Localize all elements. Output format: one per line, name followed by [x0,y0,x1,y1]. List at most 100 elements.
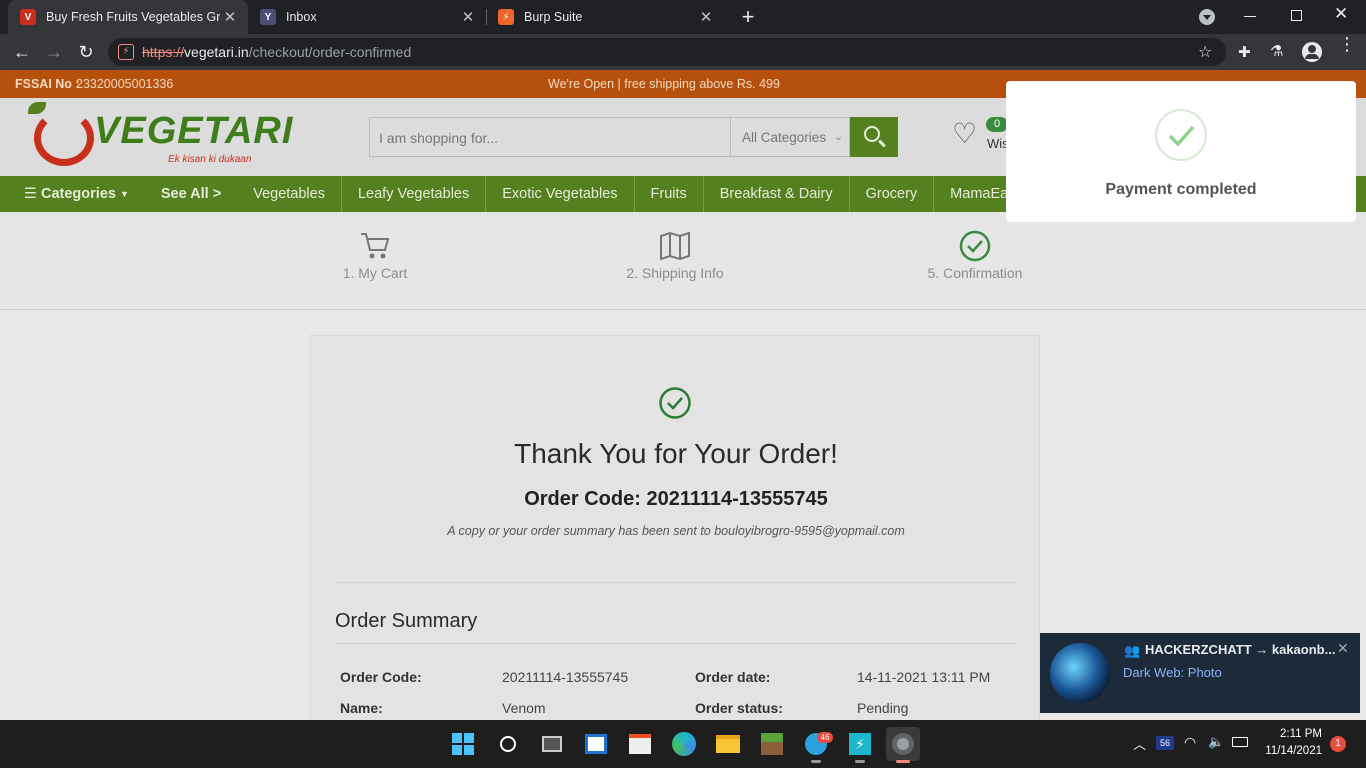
tab-vegetari[interactable]: V Buy Fresh Fruits Vegetables Groc ✕ [8,0,248,34]
nav-fruits[interactable]: Fruits [635,176,704,212]
step-confirmation: 5. Confirmation [895,230,1055,281]
close-icon[interactable]: ✕ [696,8,716,26]
burp-suite-icon[interactable]: ⚡ [843,727,877,761]
vegetari-favicon-icon: V [20,9,36,25]
search-input[interactable]: I am shopping for... [369,117,731,157]
nav-exotic-vegetables[interactable]: Exotic Vegetables [486,176,635,212]
category-select-value: All Categories [742,130,827,145]
bookmark-star-icon[interactable]: ☆ [1198,42,1212,62]
clock-time[interactable]: 2:11 PM [1262,728,1322,740]
logo-tagline: Ek kisan ki dukaan [168,154,252,165]
step-label: 1. My Cart [342,265,408,281]
reload-button[interactable]: ↻ [70,34,102,70]
tray-app-badge[interactable]: 56 [1156,736,1174,750]
search-icon[interactable] [491,727,525,761]
extensions-puzzle-icon[interactable]: ✚ [1238,43,1256,61]
divider [335,582,1017,583]
hamburger-icon: ☰ [24,186,37,202]
summary-value: Pending [857,700,909,716]
search-placeholder: I am shopping for... [379,130,499,146]
fssai-value: 23320005001336 [76,77,174,91]
not-secure-icon[interactable]: ⚡ [118,44,134,60]
close-icon[interactable]: ✕ [220,8,240,26]
nav-breakfast-dairy[interactable]: Breakfast & Dairy [704,176,850,212]
file-explorer-icon[interactable] [711,727,745,761]
start-windows-icon[interactable] [446,727,480,761]
back-button[interactable]: ← [6,34,38,70]
labs-flask-icon[interactable]: ⚗ [1270,42,1288,60]
chat-notification[interactable]: 👥 HACKERZCHATT → kakaonb... Dark Web: Ph… [1040,633,1360,713]
chevron-down-icon [1203,15,1211,20]
minecraft-icon[interactable] [755,727,789,761]
url-scheme: https:// [142,44,185,60]
payment-toast: Payment completed [1006,81,1356,222]
volume-icon[interactable]: 🔈 [1208,734,1224,750]
close-icon[interactable]: ✕ [458,8,478,26]
new-tab-button[interactable]: + [736,4,760,30]
tab-burp[interactable]: ⚡ Burp Suite ✕ [488,0,724,34]
minimize-icon[interactable] [1244,16,1256,17]
url-path: /checkout/order-confirmed [248,44,412,60]
kebab-menu-icon[interactable]: ⋮ [1338,35,1356,53]
order-code-heading: Order Code: 20211114-13555745 [524,488,828,510]
nav-grocery[interactable]: Grocery [850,176,935,212]
windows-taskbar: 46 ⚡ ︿ 56 ◠ 🔈 2:11 PM 11/14/2021 1 [0,720,1366,768]
tab-label: Inbox [286,10,317,24]
nav-leafy-vegetables[interactable]: Leafy Vegetables [342,176,487,212]
category-select[interactable]: All Categories ⌄ [731,117,850,157]
tab-inbox[interactable]: Y Inbox ✕ [250,0,486,34]
summary-label: Order Code: [340,669,422,685]
battery-icon[interactable] [1232,737,1248,747]
yahoo-favicon-icon: Y [260,9,276,25]
summary-value: 14-11-2021 13:11 PM [857,669,991,685]
caret-down-icon: ▼ [119,189,129,199]
notification-body: Dark Web: Photo [1123,665,1222,680]
logo-text: VEGETARI [94,110,294,152]
tab-search-button[interactable] [1199,9,1215,25]
summary-label: Order status: [695,700,783,716]
leaf-icon [28,102,46,114]
wifi-icon[interactable]: ◠ [1184,734,1196,751]
fssai-label: FSSAI No : [15,77,80,91]
clock-date[interactable]: 11/14/2021 [1262,745,1322,757]
order-summary-heading: Order Summary [335,610,478,632]
order-success-check-icon [659,387,691,419]
map-icon [660,231,690,261]
store-icon[interactable] [623,727,657,761]
window-close-icon[interactable]: ✕ [1334,4,1348,24]
site-logo[interactable]: VEGETARI Ek kisan ki dukaan [24,102,292,170]
divider [335,643,1017,644]
forward-button[interactable]: → [38,34,70,70]
summary-label: Order date: [695,669,771,685]
nav-see-all[interactable]: See All > [145,176,237,212]
step-my-cart: 1. My Cart [295,230,455,281]
group-icon: 👥 [1124,643,1141,658]
task-view-icon[interactable] [535,727,569,761]
tray-chevron-up-icon[interactable]: ︿ [1133,734,1146,753]
burp-favicon-icon: ⚡ [498,9,514,25]
address-bar[interactable]: ⚡ https://vegetari.in/checkout/order-con… [108,38,1226,66]
profile-avatar-icon[interactable] [1302,42,1322,62]
nav-vegetables[interactable]: Vegetables [237,176,342,212]
restore-icon[interactable] [1291,10,1302,21]
telegram-badge: 46 [817,732,833,743]
nav-categories[interactable]: ☰ Categories ▼ [0,176,145,212]
search-button[interactable] [850,117,898,157]
url-host: vegetari.in [184,44,249,60]
summary-label: Name: [340,700,383,716]
logo-v-mark-icon [34,110,94,166]
close-icon[interactable]: ✕ [1337,640,1349,657]
checkout-steps: 1. My Cart 2. Shipping Info 5. Confirmat… [0,212,1366,310]
notification-center-badge[interactable]: 1 [1330,736,1346,752]
browser-tab-strip: V Buy Fresh Fruits Vegetables Groc ✕ Y I… [0,0,1366,34]
chrome-icon[interactable] [886,727,920,761]
wishlist-heart-icon[interactable]: ♡ [952,120,982,150]
order-confirmation-card: Thank You for Your Order! Order Code: 20… [310,335,1040,720]
chevron-down-icon: ⌄ [834,131,844,143]
edge-icon[interactable] [667,727,701,761]
step-shipping-info: 2. Shipping Info [595,230,755,281]
step-label: 2. Shipping Info [626,265,724,281]
widgets-icon[interactable] [579,727,613,761]
search-icon [864,126,880,142]
success-check-icon [1155,109,1207,161]
